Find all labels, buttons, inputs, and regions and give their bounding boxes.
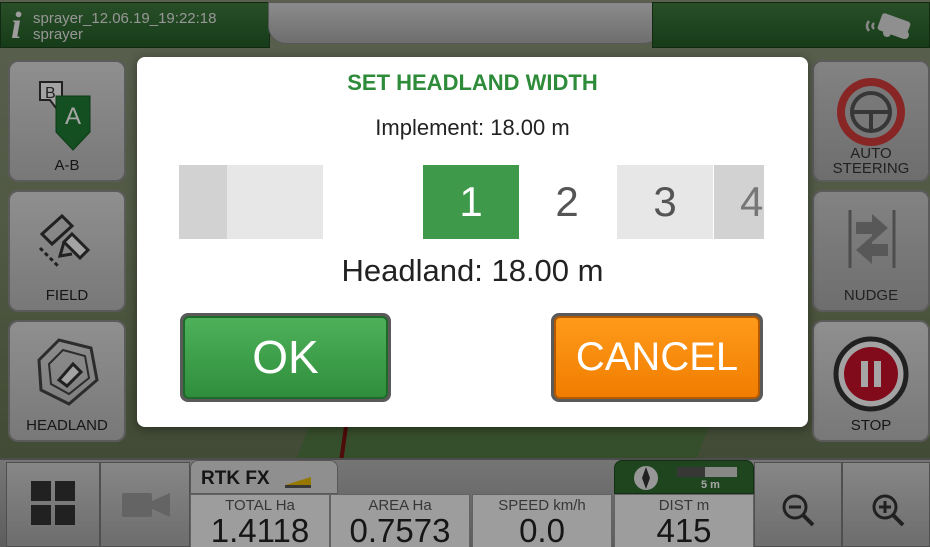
picker-option[interactable]: 3 bbox=[617, 165, 713, 239]
headland-width-text: Headland: 18.00 m bbox=[341, 253, 604, 288]
picker-option[interactable]: 4 bbox=[714, 165, 764, 239]
headland-width-dialog: SET HEADLAND WIDTH Implement: 18.00 m 1 … bbox=[137, 57, 808, 427]
cancel-button-label: CANCEL bbox=[554, 316, 760, 399]
app-root: i sprayer_12.06.19_19:22:18 sprayer B A … bbox=[0, 0, 930, 547]
ok-button-label: OK bbox=[183, 316, 388, 399]
picker-option[interactable]: 2 bbox=[519, 165, 615, 239]
picker-empty-cell bbox=[227, 165, 323, 239]
implement-width-text: Implement: 18.00 m bbox=[375, 115, 570, 140]
cancel-button[interactable]: CANCEL bbox=[551, 313, 763, 402]
headland-multiplier-picker[interactable]: 1 2 3 4 bbox=[179, 165, 764, 239]
ok-button[interactable]: OK bbox=[180, 313, 391, 402]
picker-empty-cell bbox=[179, 165, 227, 239]
dialog-title: SET HEADLAND WIDTH bbox=[347, 70, 598, 95]
picker-option-selected[interactable]: 1 bbox=[423, 165, 519, 239]
